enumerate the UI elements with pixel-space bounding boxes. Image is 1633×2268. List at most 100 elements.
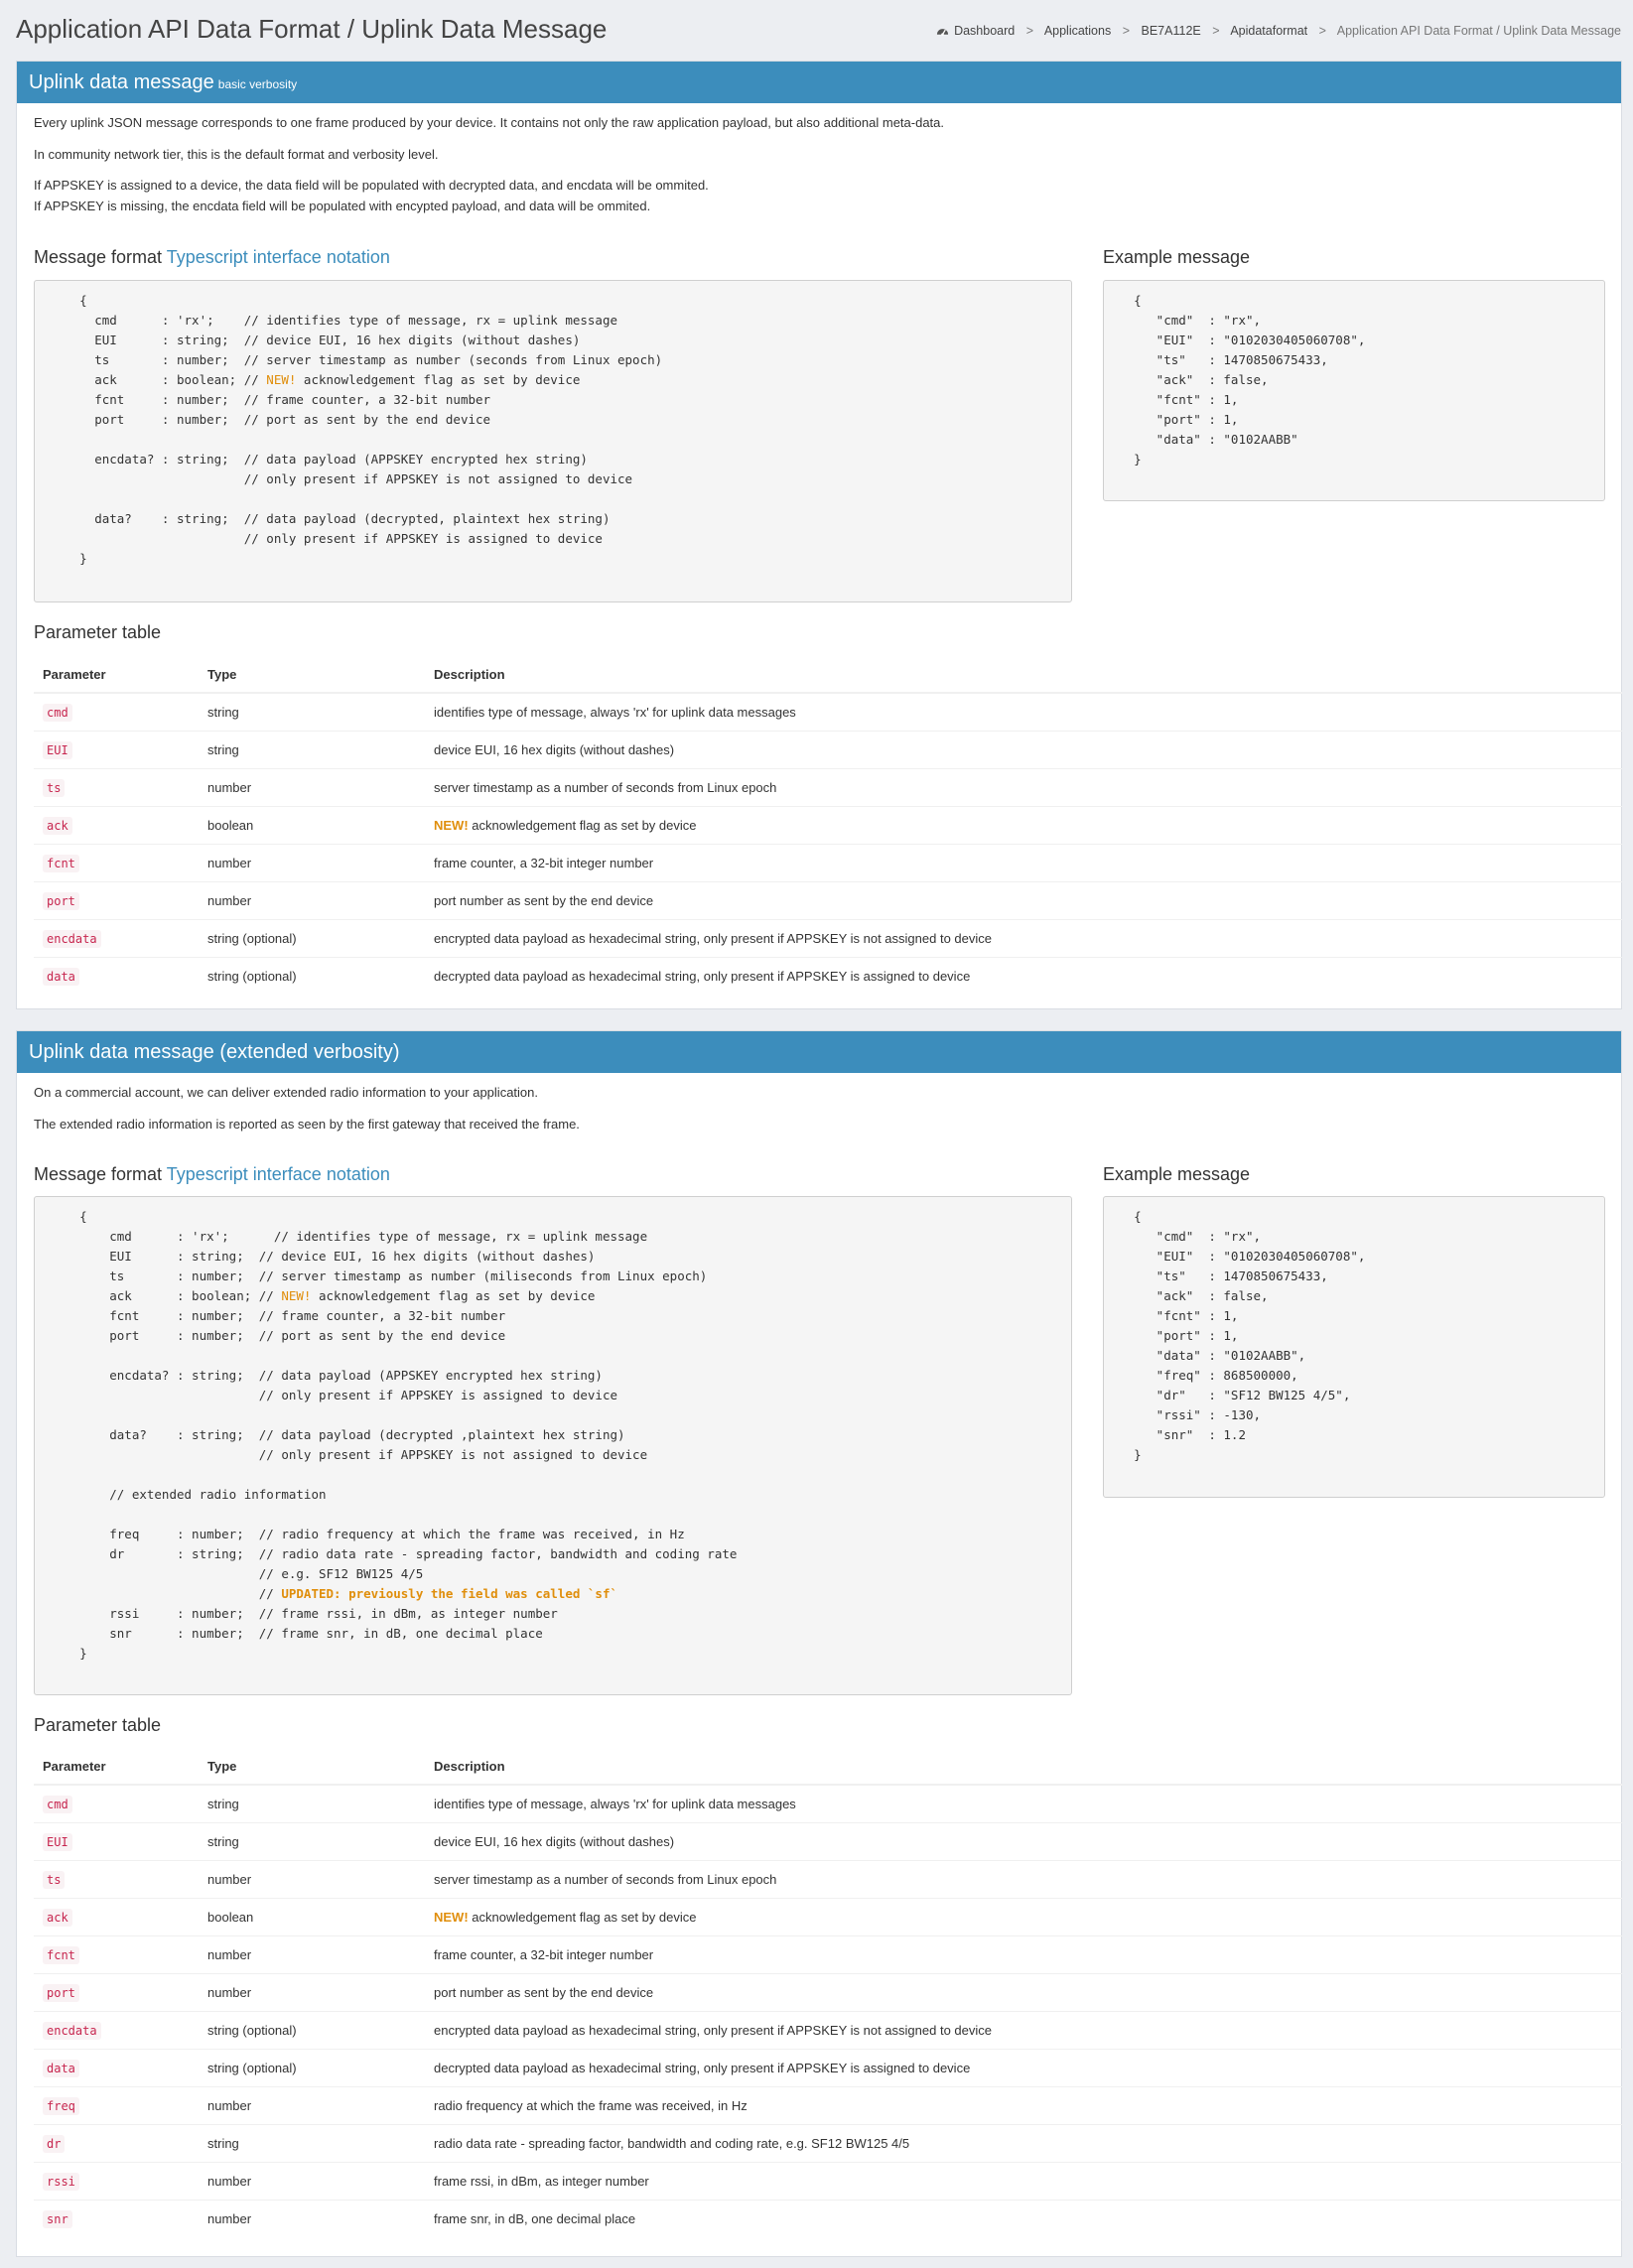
code-line: // UPDATED: previously the field was cal… [35,1586,618,1601]
table-row: cmd string identifies type of message, alw… [34,1784,1622,1822]
param-name: EUI [43,1832,72,1851]
code-line: ts : number; // server timestamp as numb… [35,1268,708,1283]
param-name: fcnt [43,854,79,872]
code-line: "snr" : 1.2 [1104,1427,1246,1442]
param-name-cell: fcnt [34,843,199,881]
param-type: boolean [199,1897,425,1935]
code-line: // only present if APPSKEY is not assign… [35,1447,648,1462]
breadcrumb-separator: > [1025,24,1034,38]
param-description-text: server timestamp as a number of seconds … [434,779,777,795]
param-type: string (optional) [199,956,425,995]
code-line: fcnt : number; // frame counter, a 32-bi… [35,1308,506,1323]
content-header: Application API Data Format / Uplink Dat… [0,0,1633,62]
code-line: port : number; // port as sent by the en… [35,1328,506,1343]
table-row: ts number server timestamp as a number of … [34,767,1622,806]
breadcrumb-apidataformat[interactable]: Apidataformat [1230,24,1307,38]
column-header-parameter: Parameter [34,656,199,694]
param-name-cell: data [34,2048,199,2086]
code-line: EUI : string; // device EUI, 16 hex digi… [35,1249,596,1264]
panel-subtitle: basic verbosity [217,77,298,91]
code-line: { [1104,293,1142,308]
param-name-cell: data [34,956,199,995]
param-description-text: port number as sent by the end device [434,1984,654,2000]
code-line: { [1104,1209,1142,1224]
param-description-text: frame snr, in dB, one decimal place [434,2210,636,2226]
breadcrumb-app-id[interactable]: BE7A112E [1142,24,1201,38]
param-name: ack [43,816,72,835]
code-line: cmd : 'rx'; // identifies type of messag… [35,313,617,328]
table-row: fcnt number frame counter, a 32-bit intege… [34,1934,1622,1973]
param-description: server timestamp as a number of seconds … [425,767,1622,806]
param-name: snr [43,2209,72,2228]
breadcrumb-applications[interactable]: Applications [1044,24,1111,38]
code-line: encdata? : string; // data payload (APPS… [35,1368,603,1383]
intro-paragraph: The extended radio information is report… [34,1117,580,1132]
breadcrumb-dashboard[interactable]: Dashboard [936,24,1019,38]
param-description: identifies type of message, always 'rx' … [425,692,1622,731]
param-description: NEW! acknowledgement flag as set by devi… [425,1897,1622,1935]
param-name-cell: port [34,880,199,919]
param-type: string (optional) [199,918,425,957]
param-description: frame counter, a 32-bit integer number [425,1934,1622,1973]
code-line: fcnt : number; // frame counter, a 32-bi… [35,392,491,407]
param-name-cell: ts [34,767,199,806]
code-line: ack : boolean; // NEW! acknowledgement f… [35,372,581,387]
param-description-text: decrypted data payload as hexadecimal st… [434,2060,971,2075]
param-description: server timestamp as a number of seconds … [425,1859,1622,1898]
param-description: identifies type of message, always 'rx' … [425,1784,1622,1822]
code-line: ts : number; // server timestamp as numb… [35,352,663,367]
new-badge: NEW! [434,1909,469,1925]
code-line: port : number; // port as sent by the en… [35,412,491,427]
table-header-row: Parameter Type Description [34,656,1622,694]
code-line: "fcnt" : 1, [1104,1308,1239,1323]
param-type: boolean [199,805,425,844]
intro-paragraph: On a commercial account, we can deliver … [34,1085,538,1100]
panel-title: Uplink data message (extended verbosity) [29,1040,400,1063]
param-description-text: encrypted data payload as hexadecimal st… [434,930,992,946]
table-header-row: Parameter Type Description [34,1748,1622,1786]
code-line: "fcnt" : 1, [1104,392,1239,407]
typescript-notation-link[interactable]: Typescript interface notation [167,247,390,267]
param-name-cell: dr [34,2123,199,2162]
new-badge: NEW! [266,372,297,387]
breadcrumb-dashboard-label: Dashboard [954,24,1016,38]
param-name-cell: freq [34,2085,199,2124]
code-line: EUI : string; // device EUI, 16 hex digi… [35,333,581,347]
table-row: port number port number as sent by the end… [34,880,1622,919]
param-name: cmd [43,703,72,722]
param-type: string [199,1821,425,1860]
table-row: freq number radio frequency at which the f… [34,2085,1622,2124]
column-header-parameter: Parameter [34,1748,199,1786]
code-line: ack : boolean; // NEW! acknowledgement f… [35,1288,596,1303]
param-description-text: identifies type of message, always 'rx' … [434,704,796,720]
breadcrumb-separator: > [1318,24,1326,38]
param-name: data [43,967,79,986]
code-line: "ts" : 1470850675433, [1104,352,1328,367]
param-description-text: server timestamp as a number of seconds … [434,1871,777,1887]
param-type: string [199,730,425,768]
typescript-notation-link[interactable]: Typescript interface notation [167,1164,390,1184]
param-description-text: frame rssi, in dBm, as integer number [434,2173,649,2189]
param-name: encdata [43,2021,101,2040]
param-name: fcnt [43,1945,79,1964]
example-message-code: { "cmd" : "rx", "EUI" : "010203040506070… [1103,1196,1605,1498]
code-line: "port" : 1, [1104,412,1239,427]
param-type: number [199,880,425,919]
code-line: "dr" : "SF12 BW125 4/5", [1104,1388,1351,1402]
param-type: number [199,767,425,806]
new-badge: NEW! [434,817,469,833]
breadcrumb-separator: > [1122,24,1131,38]
code-line: rssi : number; // frame rssi, in dBm, as… [35,1606,558,1621]
code-line: } [1104,452,1142,467]
param-description-text: encrypted data payload as hexadecimal st… [434,2022,992,2038]
column-header-type: Type [199,1748,425,1786]
param-name-cell: ack [34,1897,199,1935]
param-description-text: acknowledgement flag as set by device [472,817,697,833]
param-name-cell: ack [34,805,199,844]
param-description: NEW! acknowledgement flag as set by devi… [425,805,1622,844]
table-row: ack boolean NEW! acknowledgement flag as s… [34,1897,1622,1935]
panel-extended-verbosity: Uplink data message (extended verbosity)… [16,1030,1622,2257]
param-description-text: device EUI, 16 hex digits (without dashe… [434,1833,675,1849]
intro-paragraph: Every uplink JSON message corresponds to… [34,115,945,130]
message-format-label: Message format [34,1164,163,1184]
